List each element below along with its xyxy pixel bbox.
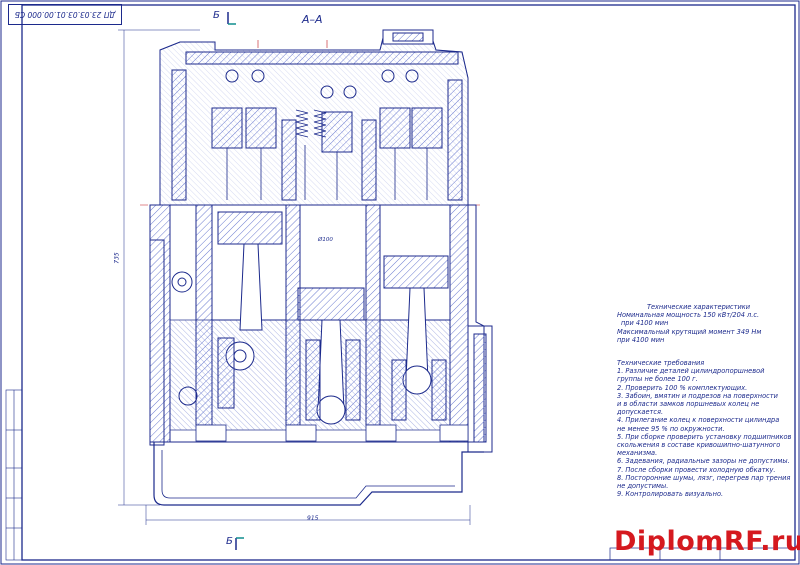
requirement-line: механизма.: [617, 449, 658, 458]
requirement-line: группы не более 100 г.: [617, 375, 698, 384]
requirement-line: допускается.: [617, 408, 664, 417]
dimension-height-label: 735: [113, 252, 121, 264]
requirement-line: скольжения в составе кривошипно-шатунног…: [617, 441, 781, 450]
requirement-line: 1. Различие деталей цилиндропоршневой: [617, 367, 765, 376]
dimension-bore-label: Ø100: [318, 237, 333, 243]
section-title: А–А: [302, 13, 323, 26]
requirements-section: Технические требования 1. Различие детал…: [617, 359, 792, 498]
requirement-line: и в области замков поршневых колец не: [617, 400, 760, 409]
specs-line: Максимальный крутящий момент 349 Нм: [617, 327, 762, 336]
specs-section: Технические характеристики Номинальная м…: [617, 303, 792, 344]
dimension-width-label: 915: [307, 515, 319, 522]
specs-title: Технические характеристики: [646, 303, 751, 311]
requirement-line: 3. Забоин, вмятин и подрезов на поверхно…: [617, 391, 778, 400]
drawing-number-stamp: ДП 23.03.03.01.00.000 СБ: [8, 4, 122, 25]
section-cut-label-top: Б: [213, 10, 220, 21]
requirement-line: 2. Проверить 100 % комплектующих.: [617, 383, 748, 392]
requirement-line: не допустимы.: [617, 482, 669, 491]
watermark-logo: DiplomRF.ru: [614, 526, 800, 557]
requirement-line: 9. Контролировать визуально.: [617, 490, 724, 499]
requirement-line: 4. Прилегание колец к поверхности цилинд…: [617, 416, 780, 425]
section-cut-label-bottom: Б: [226, 536, 233, 547]
requirement-line: 6. Задевания, радиальные зазоры не допус…: [617, 457, 790, 466]
requirement-line: 5. При сборке проверить установку подшип…: [617, 432, 792, 441]
specs-line: при 4100 мин: [621, 319, 669, 328]
requirement-line: 7. После сборки провести холодную обкатк…: [617, 465, 776, 474]
notes-block: Технические характеристики Номинальная м…: [617, 303, 792, 498]
requirement-line: 8. Посторонние шумы, лязг, перегрев пар …: [617, 473, 791, 482]
requirements-title: Технические требования: [617, 359, 705, 368]
binding-strip: [5, 389, 23, 561]
specs-line: при 4100 мин: [617, 335, 665, 344]
specs-line: Номинальная мощность 150 кВт/204 л.с.: [617, 311, 760, 320]
requirement-line: не менее 95 % по окружности.: [617, 424, 725, 433]
